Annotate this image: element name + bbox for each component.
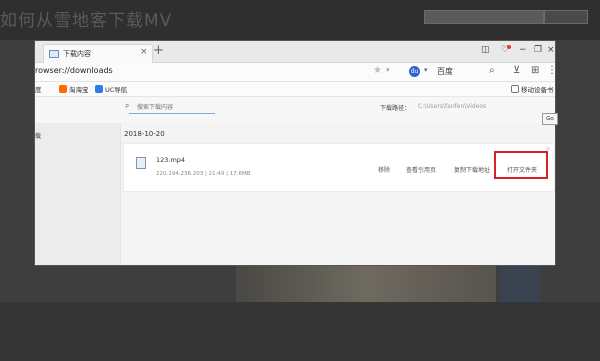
- download-path-value[interactable]: C:\Users\fanfen\Videos: [418, 103, 486, 110]
- background-search-button[interactable]: [544, 10, 588, 24]
- taobao-icon: [59, 85, 67, 93]
- url-field[interactable]: rowser://downloads: [35, 66, 113, 75]
- search-icon: ⌕: [125, 101, 130, 110]
- delete-item-icon[interactable]: ×: [545, 145, 551, 153]
- background-video-thumbnail: [236, 262, 496, 302]
- remove-button[interactable]: 移除: [378, 165, 390, 174]
- new-tab-button[interactable]: +: [153, 43, 164, 58]
- downloads-toolbar: ⌕ 下载路径： C:\Users\fanfen\Videos: [35, 97, 555, 123]
- file-name[interactable]: 123.mp4: [156, 156, 185, 164]
- sidebar-item-downloads[interactable]: 载: [35, 131, 41, 140]
- bookmark-item[interactable]: 淘海宝: [59, 84, 89, 94]
- downloads-search[interactable]: ⌕: [125, 101, 215, 114]
- background-video-thumbnail-2: [500, 265, 540, 302]
- background-page-footer: [0, 302, 600, 361]
- copy-link-button[interactable]: 复制下载地址: [454, 165, 490, 174]
- downloads-search-input[interactable]: [137, 102, 213, 112]
- file-meta: 220.194.236.203 | 21:49 | 17.6MB: [156, 171, 251, 177]
- cart-icon[interactable]: ⊻: [513, 65, 520, 76]
- background-page-title: 如何从雪地客下载MV: [0, 11, 173, 31]
- browser-window: 下载内容 × + ◫ ♡ − ❐ × rowser://downloads ★ …: [34, 40, 556, 266]
- bookmarks-bar: 度 淘海宝 UC导航 移动设备书: [35, 82, 555, 97]
- engine-chevron-down-icon[interactable]: ▾: [424, 66, 428, 74]
- download-page-icon: [49, 50, 59, 58]
- background-search-input[interactable]: [424, 10, 544, 24]
- menu-icon[interactable]: ⋮: [547, 65, 555, 76]
- baidu-logo-icon[interactable]: du: [409, 66, 420, 77]
- minimize-button[interactable]: −: [519, 45, 527, 55]
- download-path-label: 下载路径：: [380, 105, 411, 112]
- tab-downloads[interactable]: 下载内容 ×: [43, 44, 153, 63]
- downloads-page: ⌕ 下载路径： C:\Users\fanfen\Videos 载 2018-10…: [35, 97, 555, 265]
- uc-nav-icon: [95, 85, 103, 93]
- tooltip: Go: [542, 113, 558, 125]
- video-file-icon: [136, 157, 146, 169]
- search-engine-field[interactable]: 百度: [437, 66, 453, 77]
- highlight-box: [494, 151, 548, 179]
- downloads-sidebar: 载: [35, 123, 121, 265]
- notification-dot: [507, 45, 511, 49]
- address-bar: rowser://downloads ★ ▾ du ▾ 百度 ⌕ ⊻ ⊞ ⋮: [35, 63, 555, 82]
- bookmark-item[interactable]: 度: [35, 84, 42, 94]
- phone-icon: [511, 85, 519, 93]
- close-window-button[interactable]: ×: [547, 45, 555, 55]
- background-page-header: 如何从雪地客下载MV: [0, 0, 600, 40]
- download-item: 123.mp4 220.194.236.203 | 21:49 | 17.6MB…: [123, 143, 555, 192]
- search-icon[interactable]: ⌕: [489, 65, 495, 76]
- apps-grid-icon[interactable]: ⊞: [531, 65, 539, 76]
- star-icon[interactable]: ★: [373, 65, 382, 76]
- sidebar-toggle-icon[interactable]: ◫: [481, 45, 490, 55]
- tab-bar: 下载内容 × + ◫ ♡ − ❐ ×: [35, 41, 555, 63]
- view-source-button[interactable]: 查看引用页: [406, 165, 436, 174]
- chevron-down-icon[interactable]: ▾: [386, 66, 390, 74]
- close-tab-icon[interactable]: ×: [140, 47, 148, 57]
- mobile-bookmarks[interactable]: 移动设备书: [511, 84, 554, 94]
- tab-title: 下载内容: [63, 50, 91, 58]
- bookmark-item[interactable]: UC导航: [95, 84, 127, 94]
- date-heading: 2018-10-20: [124, 130, 165, 138]
- maximize-button[interactable]: ❐: [534, 45, 542, 55]
